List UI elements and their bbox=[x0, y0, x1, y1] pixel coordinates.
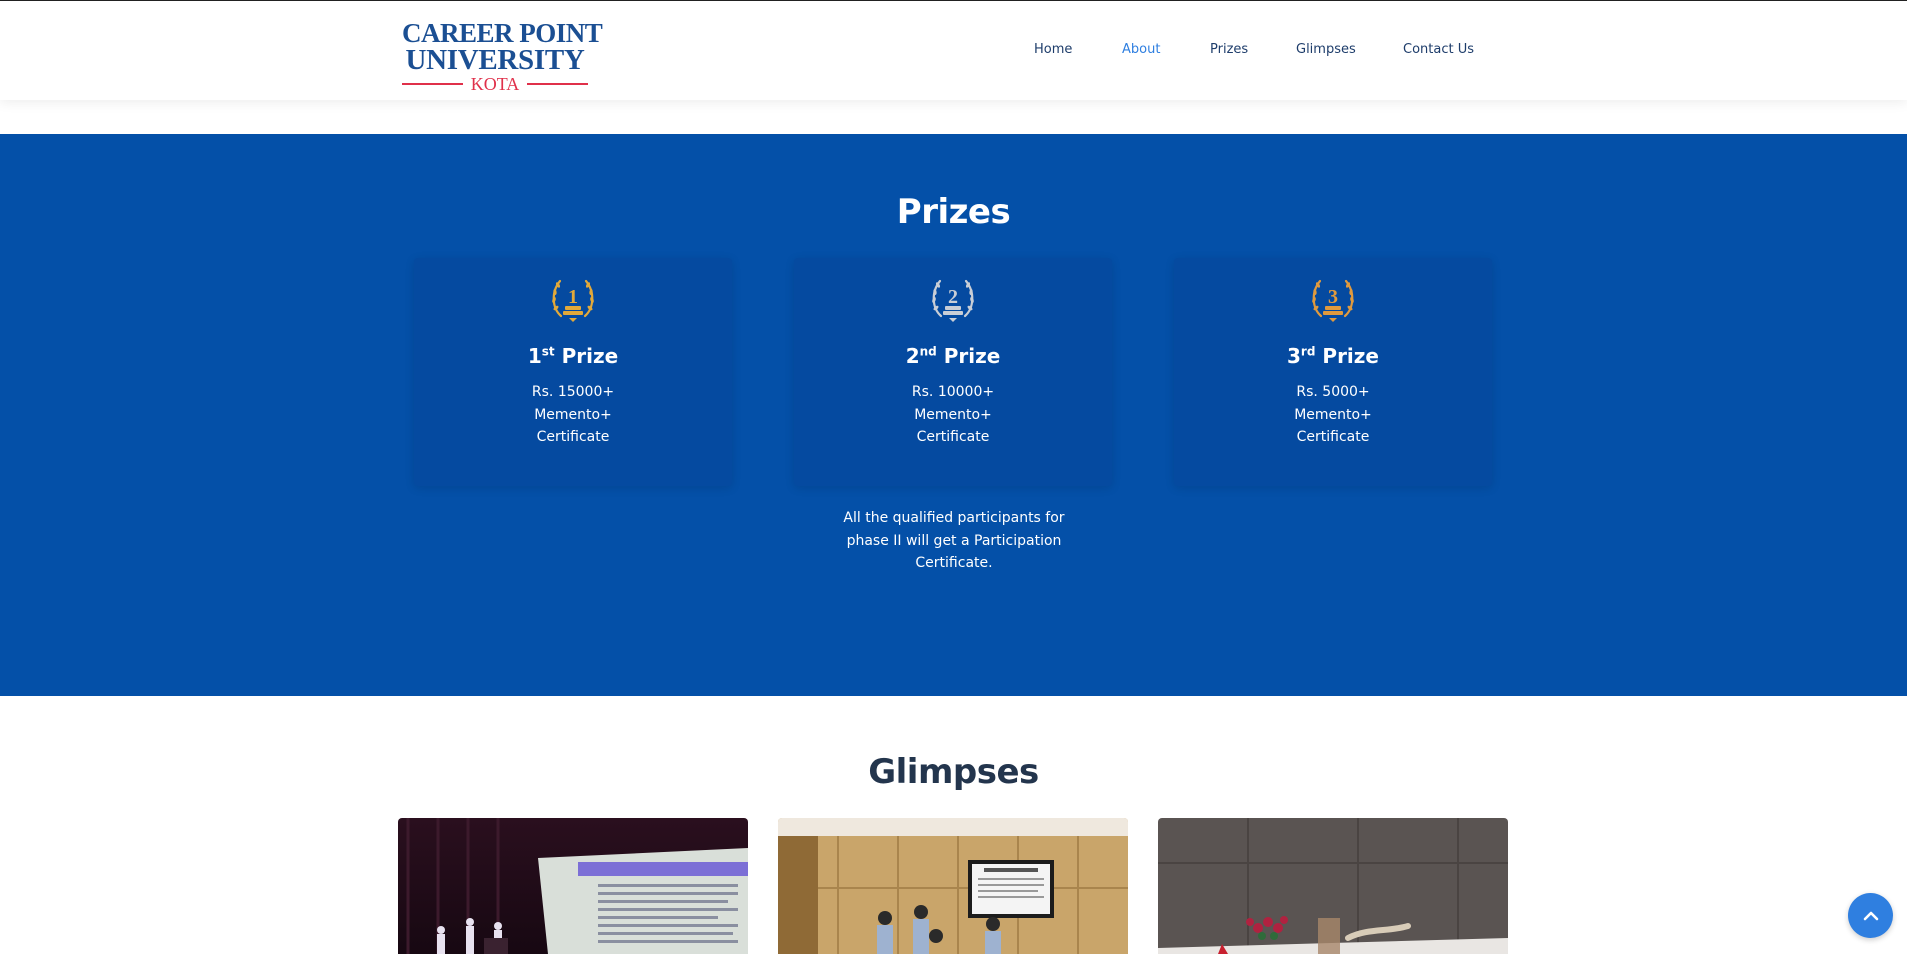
logo-rule-left bbox=[402, 83, 463, 85]
nav-home[interactable]: Home bbox=[1034, 42, 1072, 57]
glimpses-heading: Glimpses bbox=[868, 752, 1039, 792]
prize-description: Rs. 15000+ Memento+ Certificate bbox=[531, 384, 615, 445]
prize-description: Rs. 10000+ Memento+ Certificate bbox=[911, 384, 995, 445]
university-logo[interactable]: CAREER POINT UNIVERSITY KOTA bbox=[402, 18, 603, 93]
glimpse-photo-3[interactable] bbox=[1158, 818, 1508, 954]
gold-laurel-medal-icon: 1 bbox=[552, 279, 594, 322]
logo-city: KOTA bbox=[470, 74, 520, 94]
prize-description: Rs. 5000+ Memento+ Certificate bbox=[1294, 384, 1372, 445]
prize-title: 1st Prize bbox=[527, 344, 619, 368]
logo-line-1: CAREER POINT bbox=[402, 18, 603, 48]
nav-about[interactable]: About bbox=[1122, 42, 1160, 57]
participation-note: All the qualified participants for phase… bbox=[843, 510, 1065, 571]
prize-card-3: 3 3rd Prize Rs. 5000+ Memento+ Certifica… bbox=[1174, 258, 1492, 486]
logo-line-2: UNIVERSITY bbox=[405, 44, 585, 76]
classroom-presentation-image bbox=[778, 818, 1128, 954]
prize-title: 2nd Prize bbox=[905, 344, 1001, 368]
nav-glimpses[interactable]: Glimpses bbox=[1296, 42, 1356, 57]
prizes-section: Prizes 1 1st Prize Rs. 15000+ Memento+ C… bbox=[0, 134, 1907, 696]
bronze-laurel-medal-icon: 3 bbox=[1312, 279, 1354, 322]
silver-laurel-medal-icon: 2 bbox=[932, 279, 974, 322]
chevron-up-icon bbox=[1863, 911, 1878, 920]
glimpse-photo-2[interactable] bbox=[778, 818, 1128, 954]
scroll-to-top-button[interactable] bbox=[1848, 893, 1893, 938]
nav-prizes[interactable]: Prizes bbox=[1210, 42, 1248, 57]
medal-number: 2 bbox=[948, 286, 958, 308]
nav-contact-us[interactable]: Contact Us bbox=[1403, 42, 1474, 57]
prize-card-1: 1 1st Prize Rs. 15000+ Memento+ Certific… bbox=[414, 258, 732, 486]
glimpse-photo-1[interactable] bbox=[398, 818, 748, 954]
medal-number: 3 bbox=[1328, 286, 1338, 308]
logo-line-3: KOTA bbox=[402, 75, 588, 93]
table-decoration-image bbox=[1158, 818, 1508, 954]
stage-presentation-image bbox=[398, 818, 748, 954]
logo-rule-right bbox=[527, 83, 588, 85]
prize-card-2: 2 2nd Prize Rs. 10000+ Memento+ Certific… bbox=[794, 258, 1112, 486]
site-header: CAREER POINT UNIVERSITY KOTA Home About … bbox=[0, 1, 1907, 100]
prizes-heading: Prizes bbox=[896, 192, 1011, 232]
medal-number: 1 bbox=[568, 286, 578, 308]
prize-title: 3rd Prize bbox=[1287, 344, 1379, 368]
